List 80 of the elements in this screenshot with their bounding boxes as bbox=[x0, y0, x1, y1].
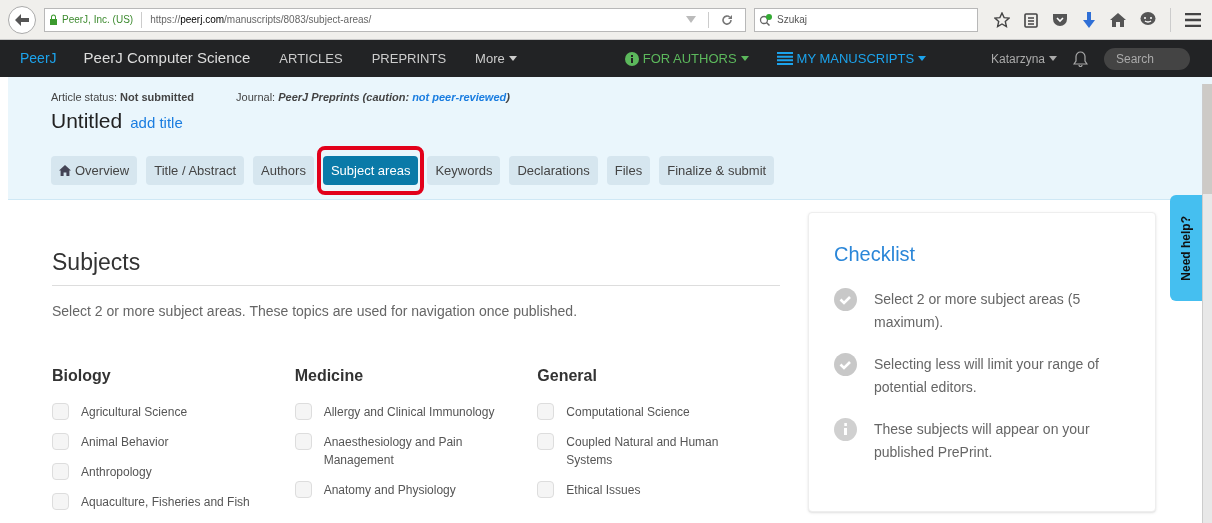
info-icon bbox=[624, 51, 639, 66]
checkbox[interactable] bbox=[52, 493, 69, 510]
dropdown-icon[interactable] bbox=[686, 16, 696, 24]
back-arrow-icon bbox=[15, 13, 29, 26]
checkbox[interactable] bbox=[294, 433, 312, 450]
web-search-field[interactable]: Szukaj bbox=[754, 7, 978, 32]
clipboard-icon[interactable] bbox=[1024, 11, 1038, 28]
address-field[interactable]: PeerJ, Inc. (US) https://peerj.com/manuscripts/8083/subject-areas/ bbox=[44, 7, 746, 32]
checklist-text: These subjects will appear on your published PrePrint. bbox=[874, 419, 1091, 462]
tab[interactable]: Keywords bbox=[427, 155, 501, 185]
for-authors-menu[interactable]: FOR AUTHORS bbox=[624, 48, 749, 69]
info-icon bbox=[834, 417, 857, 441]
site-identity: PeerJ, Inc. (US) bbox=[62, 13, 134, 28]
caret-icon bbox=[508, 56, 517, 62]
group-heading: Medicine bbox=[294, 366, 365, 386]
journal-link[interactable]: not peer-reviewed bbox=[412, 90, 507, 103]
checkbox[interactable] bbox=[52, 403, 69, 420]
section-title: Subjects bbox=[52, 244, 780, 286]
more-menu[interactable]: More bbox=[475, 48, 517, 69]
bell-icon[interactable] bbox=[1073, 50, 1088, 67]
group-heading: Biology bbox=[52, 366, 112, 386]
check-icon bbox=[834, 287, 857, 311]
url-text: https://peerj.com/manuscripts/8083/subject-areas/ bbox=[150, 13, 372, 28]
checklist-title: Checklist bbox=[834, 241, 917, 267]
check-icon bbox=[834, 352, 857, 376]
list-icon bbox=[776, 52, 793, 66]
nav-search-field[interactable]: Search bbox=[1104, 47, 1190, 70]
checkbox-label: Anaesthesiology and Pain Management bbox=[323, 434, 464, 469]
logo[interactable]: PeerJ bbox=[20, 48, 57, 70]
section-intro: Select 2 or more subject areas. These topics are used for navigation once published. bbox=[52, 302, 579, 321]
tab[interactable]: Title / Abstract bbox=[146, 155, 245, 185]
checkbox-label: Computational Science bbox=[566, 404, 691, 421]
checkbox[interactable] bbox=[52, 433, 69, 450]
menu-icon[interactable] bbox=[1185, 12, 1201, 27]
tab[interactable]: Subject areas bbox=[322, 155, 419, 185]
tab[interactable]: Declarations bbox=[509, 155, 598, 185]
caret-icon bbox=[1049, 56, 1057, 62]
user-menu[interactable]: Katarzyna bbox=[990, 49, 1057, 68]
my-manuscripts-menu[interactable]: MY MANUSCRIPTS bbox=[776, 48, 927, 69]
star-icon[interactable] bbox=[994, 11, 1010, 28]
tab[interactable]: Authors bbox=[253, 155, 314, 185]
article-status: Article status: Not submitted bbox=[51, 89, 195, 105]
checkbox[interactable] bbox=[537, 403, 555, 420]
checkbox-label: Animal Behavior bbox=[81, 434, 170, 451]
search-icon bbox=[759, 13, 773, 26]
checkbox[interactable] bbox=[537, 433, 555, 450]
nav-link[interactable]: PREPRINTS bbox=[371, 48, 447, 69]
reload-icon[interactable] bbox=[721, 13, 733, 26]
checkbox-label: Ethical Issues bbox=[566, 482, 642, 499]
checklist-text: Selecting less will limit your range of potential editors. bbox=[874, 354, 1100, 397]
pocket-icon[interactable] bbox=[1052, 12, 1068, 27]
checkbox[interactable] bbox=[294, 403, 312, 420]
checkbox[interactable] bbox=[294, 481, 312, 498]
checkbox-label: Anatomy and Physiology bbox=[323, 482, 457, 499]
caret-icon bbox=[740, 56, 749, 62]
caret-icon bbox=[918, 56, 927, 62]
nav-link[interactable]: ARTICLES bbox=[279, 48, 343, 69]
checkbox[interactable] bbox=[52, 463, 69, 480]
group-heading: General bbox=[537, 366, 598, 386]
tab[interactable]: Finalize & submit bbox=[659, 155, 775, 185]
checklist-text: Select 2 or more subject areas (5 maximum). bbox=[874, 289, 1082, 332]
journal-info: Journal: PeerJ Preprints (caution: not peer-reviewed) bbox=[236, 89, 510, 105]
tab[interactable]: Overview bbox=[51, 155, 138, 185]
chat-icon[interactable] bbox=[1140, 12, 1156, 28]
checkbox-label: Coupled Natural and Human Systems bbox=[566, 434, 720, 469]
home-icon bbox=[59, 164, 71, 176]
back-button[interactable] bbox=[8, 5, 36, 34]
checkbox-label: Allergy and Clinical Immunology bbox=[323, 404, 496, 421]
checkbox-label: Agricultural Science bbox=[81, 404, 189, 421]
checkbox-label: Anthropology bbox=[81, 464, 153, 481]
download-icon[interactable] bbox=[1082, 11, 1096, 28]
site-title[interactable]: PeerJ Computer Science bbox=[83, 47, 251, 70]
home-icon[interactable] bbox=[1110, 12, 1126, 27]
manuscript-title: Untitled bbox=[51, 108, 123, 135]
help-tab[interactable]: Need help? bbox=[1170, 195, 1202, 301]
tab[interactable]: Files bbox=[606, 155, 651, 185]
lock-icon bbox=[49, 14, 58, 26]
checkbox[interactable] bbox=[537, 481, 555, 498]
checkbox-label: Aquaculture, Fisheries and Fish bbox=[81, 494, 251, 511]
add-title-link[interactable]: add title bbox=[130, 112, 183, 135]
